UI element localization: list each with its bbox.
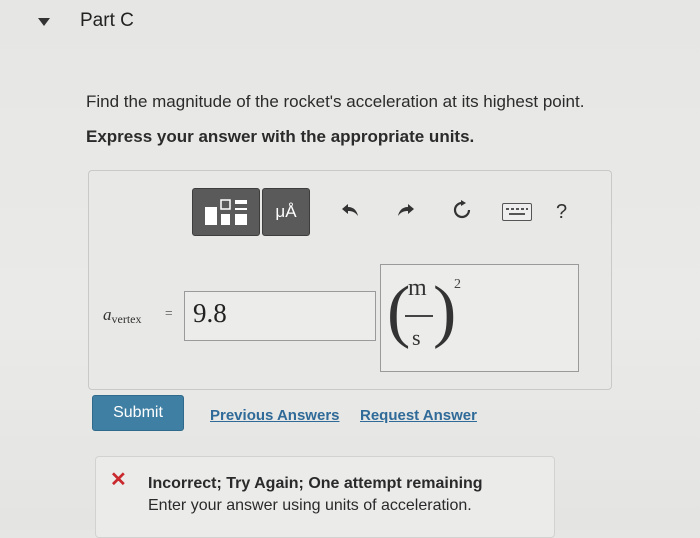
right-paren: )	[433, 273, 457, 350]
templates-icon	[205, 199, 247, 225]
feedback-title: Incorrect; Try Again; One attempt remain…	[148, 475, 483, 492]
request-answer-link[interactable]: Request Answer	[360, 407, 477, 424]
reset-icon[interactable]	[452, 200, 472, 224]
unit-denominator: s	[412, 325, 421, 350]
variable-subscript: vertex	[111, 312, 142, 326]
unit-exponent: 2	[454, 277, 461, 292]
collapse-triangle-icon[interactable]	[38, 18, 50, 26]
submit-button[interactable]: Submit	[92, 395, 184, 431]
help-icon[interactable]: ?	[556, 201, 567, 224]
incorrect-x-icon: ✕	[110, 469, 127, 491]
fraction-bar	[405, 315, 433, 317]
part-header[interactable]: Part C	[38, 10, 134, 32]
unit-numerator: m	[408, 275, 427, 301]
keyboard-icon[interactable]	[502, 203, 532, 221]
question-text: Find the magnitude of the rocket's accel…	[86, 92, 585, 111]
variable-label: avertex	[103, 305, 141, 327]
left-paren: (	[387, 273, 411, 350]
feedback-message: Enter your answer using units of acceler…	[148, 497, 472, 514]
undo-arrow-icon[interactable]	[340, 202, 360, 222]
variable-symbol: a	[103, 305, 112, 324]
equals-sign: =	[165, 305, 173, 320]
units-input[interactable]: ( m s ) 2	[380, 264, 579, 372]
part-title: Part C	[80, 10, 134, 31]
value-input[interactable]: 9.8	[184, 291, 376, 341]
instruction-text: Express your answer with the appropriate…	[86, 127, 475, 146]
redo-arrow-icon[interactable]	[396, 202, 416, 222]
templates-button[interactable]	[192, 188, 260, 236]
units-button[interactable]: μÅ	[262, 188, 310, 236]
math-toolbar: μÅ ?	[192, 188, 567, 236]
previous-answers-link[interactable]: Previous Answers	[210, 407, 340, 424]
